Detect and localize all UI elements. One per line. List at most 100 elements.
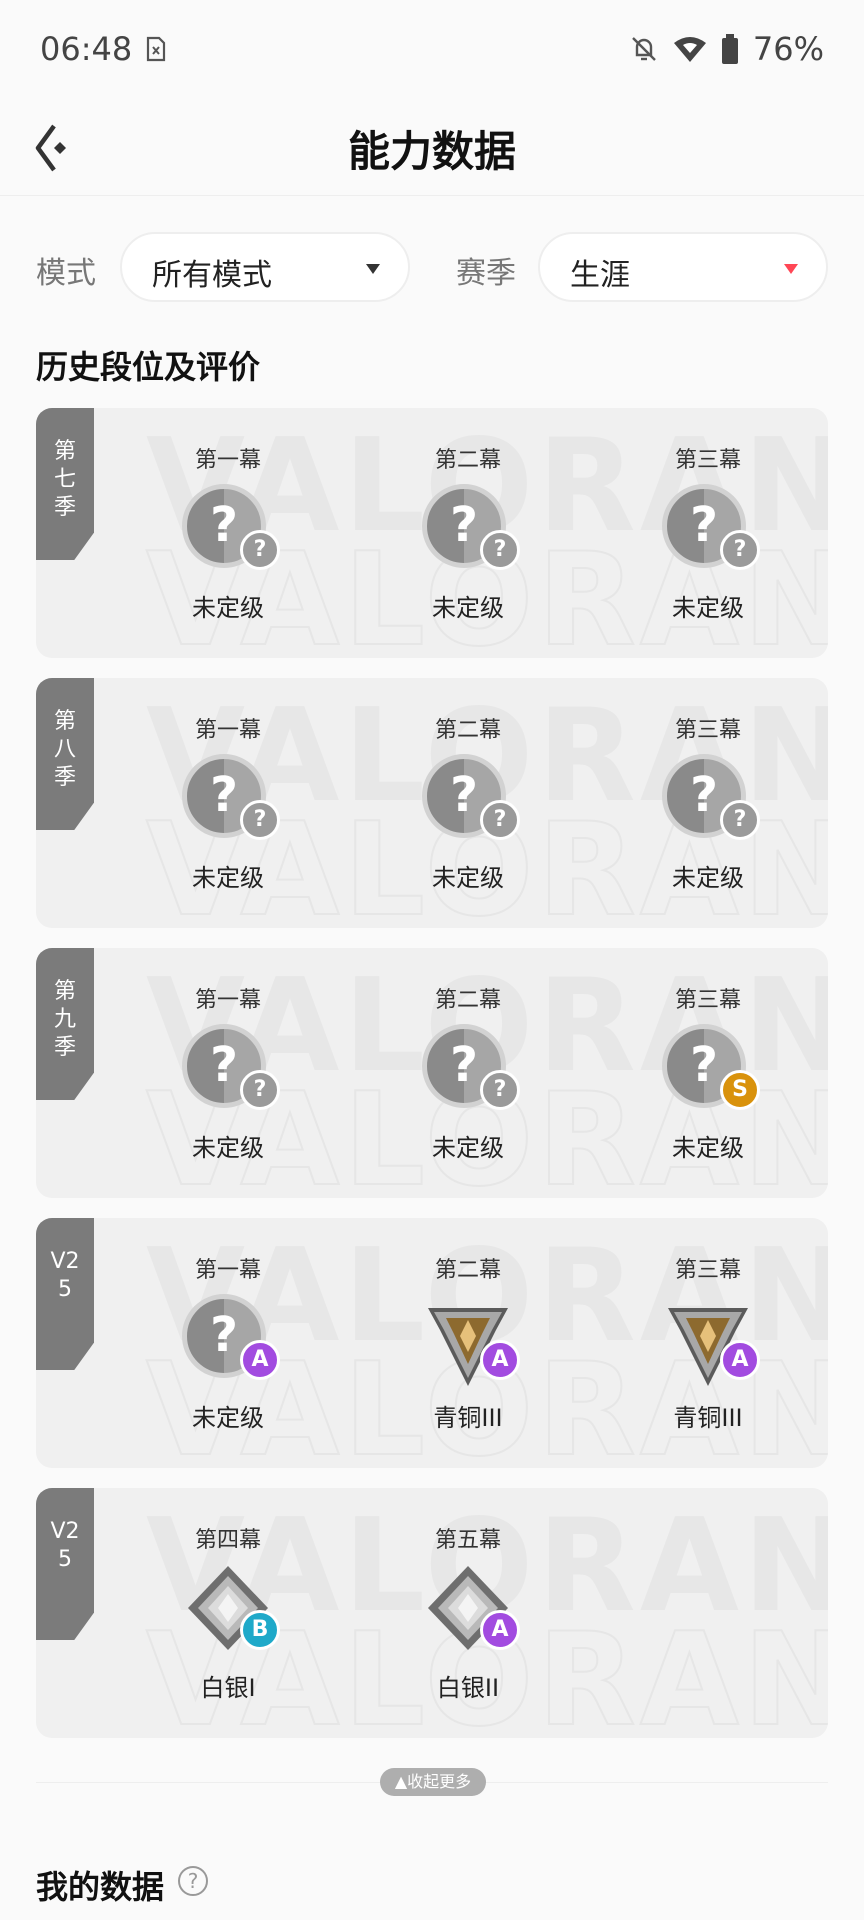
grade-badge: ? — [240, 530, 280, 570]
grade-badge: ? — [720, 530, 760, 570]
act-name: 第一幕 — [194, 988, 261, 1013]
rank-emblem: ?? — [658, 480, 760, 580]
my-data-title: 我的数据 — [36, 1868, 165, 1906]
season-card: VALORANTVALORANTV25第四幕B白银I第五幕A白银II — [36, 1488, 828, 1738]
grade-badge: A — [480, 1340, 520, 1380]
rank-emblem: A — [418, 1560, 520, 1660]
act-rank-label: 未定级 — [432, 864, 504, 892]
grade-badge: ? — [480, 800, 520, 840]
act-rank-item[interactable]: 第一幕?? 未定级 — [148, 982, 308, 1163]
act-rank-item[interactable]: 第三幕?? 未定级 — [628, 712, 788, 893]
season-tag-text: 九 — [53, 1007, 76, 1032]
mode-select[interactable]: 所有模式 — [120, 232, 410, 302]
rank-emblem: ? S — [658, 1020, 760, 1120]
season-card: VALORANTVALORANT第八季第一幕??未定级第二幕??未定级第三幕??… — [36, 678, 828, 928]
collapse-more-button[interactable]: ▲收起更多 — [380, 1768, 486, 1796]
act-rank-item[interactable]: 第五幕 A 白银II — [388, 1522, 548, 1703]
act-rank-label: 青铜III — [433, 1404, 503, 1432]
mode-label: 模式 — [36, 256, 96, 291]
season-tag-text: 季 — [53, 1035, 76, 1060]
act-rank-item[interactable]: 第三幕?? 未定级 — [628, 442, 788, 623]
season-tag-text: 季 — [53, 765, 76, 790]
act-rank-label: 白银I — [200, 1674, 256, 1702]
act-name: 第五幕 — [434, 1528, 501, 1553]
act-name: 第三幕 — [674, 718, 741, 743]
act-rank-item[interactable]: 第二幕?? 未定级 — [388, 442, 548, 623]
rank-emblem: A — [658, 1290, 760, 1390]
act-name: 第三幕 — [674, 448, 741, 473]
grade-badge: ? — [480, 530, 520, 570]
caret-down-icon — [784, 264, 798, 274]
act-name: 第三幕 — [674, 1258, 741, 1283]
season-tag-text: 5 — [58, 1277, 72, 1302]
help-circle-icon[interactable]: ? — [178, 1866, 208, 1896]
act-rank-item[interactable]: 第一幕?? 未定级 — [148, 712, 308, 893]
act-rank-label: 未定级 — [432, 594, 504, 622]
act-rank-item[interactable]: 第二幕?? 未定级 — [388, 982, 548, 1163]
season-select[interactable]: 生涯 — [538, 232, 828, 302]
act-name: 第二幕 — [434, 448, 501, 473]
mode-select-value: 所有模式 — [152, 258, 272, 293]
season-tag-text: 第 — [53, 709, 76, 734]
grade-badge: ? — [480, 1070, 520, 1110]
rank-emblem: ?? — [418, 480, 520, 580]
rank-emblem: ?? — [178, 1020, 280, 1120]
season-card: VALORANTVALORANT第七季第一幕??未定级第二幕??未定级第三幕??… — [36, 408, 828, 658]
mute-bell-icon — [632, 37, 656, 61]
act-rank-label: 未定级 — [192, 1134, 264, 1162]
rank-emblem: A — [418, 1290, 520, 1390]
filter-bar: 模式 所有模式 赛季 生涯 — [36, 232, 828, 302]
grade-badge: A — [480, 1610, 520, 1650]
act-name: 第二幕 — [434, 1258, 501, 1283]
act-rank-item[interactable]: 第一幕 ? A 未定级 — [148, 1252, 308, 1433]
battery-icon — [721, 34, 738, 64]
rank-emblem: ?? — [178, 480, 280, 580]
season-tag-text: 八 — [53, 737, 76, 762]
grade-badge: A — [720, 1340, 760, 1380]
grade-badge: ? — [240, 800, 280, 840]
season-card: VALORANTVALORANT第九季第一幕??未定级第二幕??未定级第三幕?S… — [36, 948, 828, 1198]
season-tag-text: V2 — [50, 1249, 80, 1274]
act-rank-item[interactable]: 第二幕 A 青铜III — [388, 1252, 548, 1433]
season-tag-text: 第 — [53, 439, 76, 464]
caret-down-icon — [366, 264, 380, 274]
act-rank-item[interactable]: 第一幕?? 未定级 — [148, 442, 308, 623]
act-rank-item[interactable]: 第三幕 ? S 未定级 — [628, 982, 788, 1163]
season-tag-text: 季 — [53, 495, 76, 520]
rank-emblem: ?? — [418, 1020, 520, 1120]
act-rank-label: 未定级 — [672, 864, 744, 892]
status-time: 06:48 — [40, 30, 133, 68]
season-tag: 第九季 — [36, 948, 94, 1100]
rank-emblem: ?? — [418, 750, 520, 850]
history-section-title: 历史段位及评价 — [36, 348, 261, 386]
season-select-value: 生涯 — [570, 258, 630, 293]
season-tag-text: 5 — [58, 1547, 72, 1572]
act-name: 第一幕 — [194, 718, 261, 743]
wifi-icon — [673, 37, 706, 62]
rank-emblem: ? A — [178, 1290, 280, 1390]
rank-emblem: ?? — [658, 750, 760, 850]
act-rank-item[interactable]: 第三幕 A 青铜III — [628, 1252, 788, 1433]
rank-emblem: ?? — [178, 750, 280, 850]
season-card: VALORANTVALORANTV25第一幕?A未定级第二幕A青铜III第三幕A… — [36, 1218, 828, 1468]
act-rank-item[interactable]: 第二幕?? 未定级 — [388, 712, 548, 893]
act-name: 第四幕 — [194, 1528, 261, 1553]
act-rank-item[interactable]: 第四幕 B 白银I — [148, 1522, 308, 1703]
season-tag: V2 5 — [36, 1488, 94, 1640]
season-tag: 第七季 — [36, 408, 94, 560]
act-rank-label: 白银II — [436, 1674, 500, 1702]
act-name: 第二幕 — [434, 718, 501, 743]
act-rank-label: 未定级 — [192, 1404, 264, 1432]
act-rank-label: 未定级 — [192, 864, 264, 892]
season-label: 赛季 — [456, 256, 516, 291]
battery-percent: 76% — [752, 30, 824, 68]
grade-badge: ? — [240, 1070, 280, 1110]
season-tag: V2 5 — [36, 1218, 94, 1370]
app-header: 能力数据 — [0, 100, 864, 196]
act-rank-label: 未定级 — [672, 1134, 744, 1162]
season-tag-text: 七 — [53, 467, 76, 492]
act-name: 第一幕 — [194, 1258, 261, 1283]
season-tag: 第八季 — [36, 678, 94, 830]
act-name: 第二幕 — [434, 988, 501, 1013]
grade-badge: B — [240, 1610, 280, 1650]
